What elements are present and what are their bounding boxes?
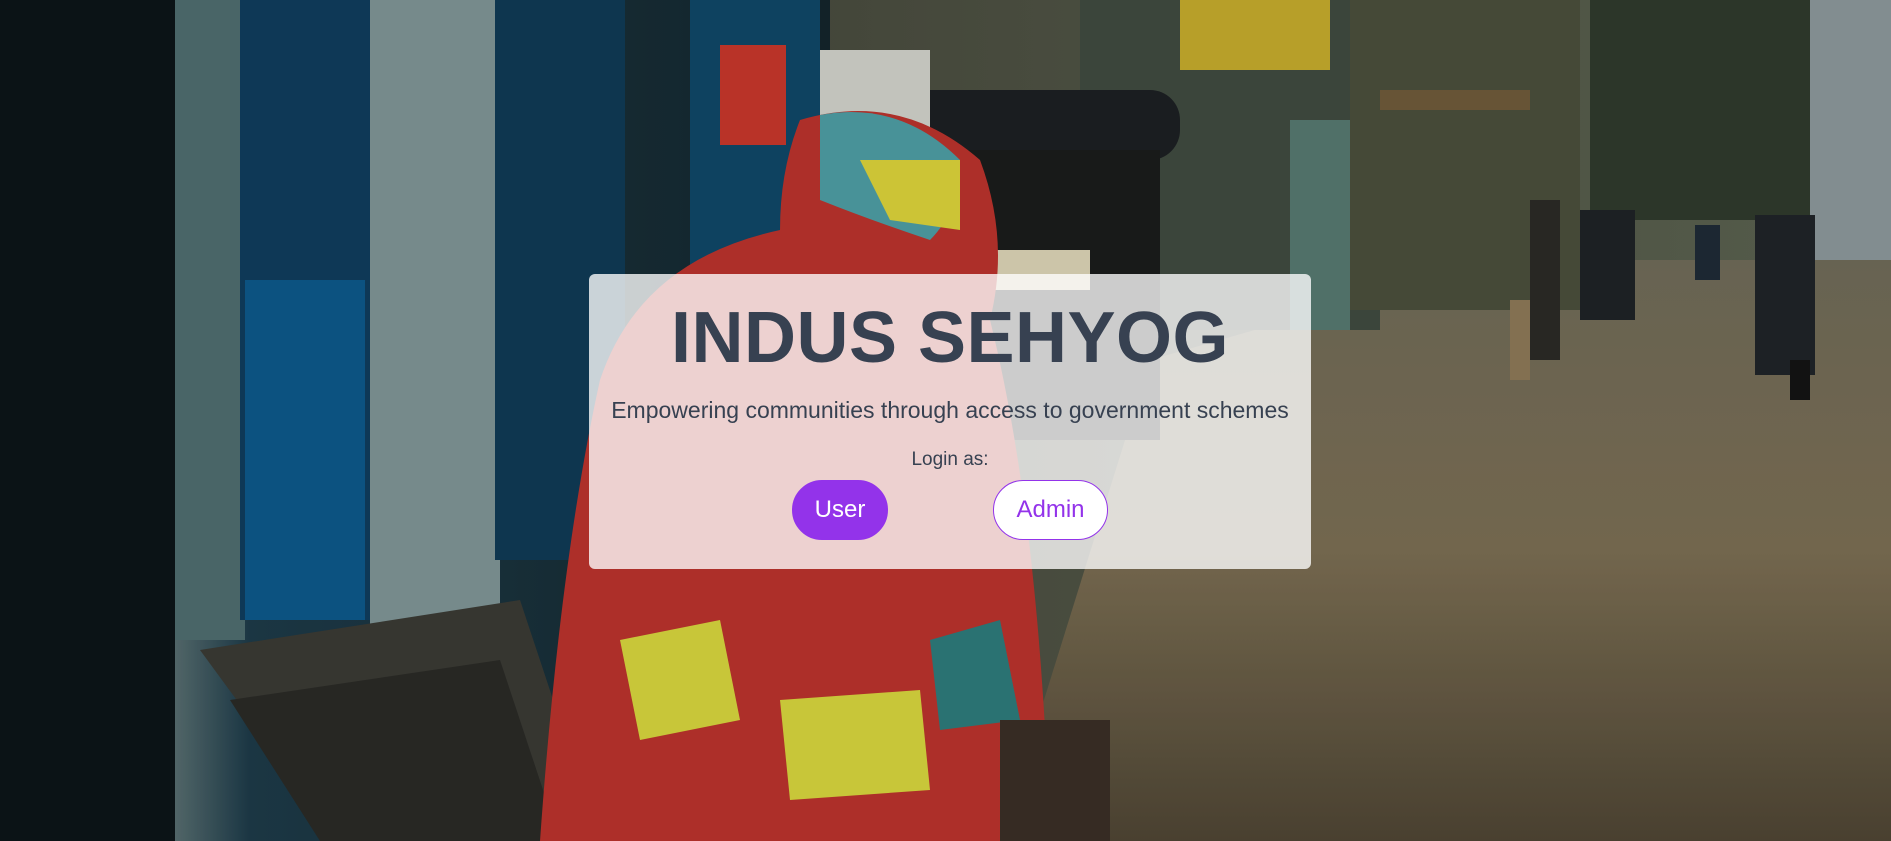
tagline: Empowering communities through access to… <box>611 397 1289 423</box>
page: INDUS SEHYOG Empowering communities thro… <box>0 0 1891 841</box>
page-title: INDUS SEHYOG <box>670 298 1230 378</box>
login-card: INDUS SEHYOG Empowering communities thro… <box>589 274 1311 569</box>
admin-login-button[interactable]: Admin <box>993 480 1108 540</box>
login-role-buttons: User Admin <box>589 480 1311 542</box>
login-prompt: Login as: <box>911 449 989 470</box>
user-login-button[interactable]: User <box>792 480 888 540</box>
